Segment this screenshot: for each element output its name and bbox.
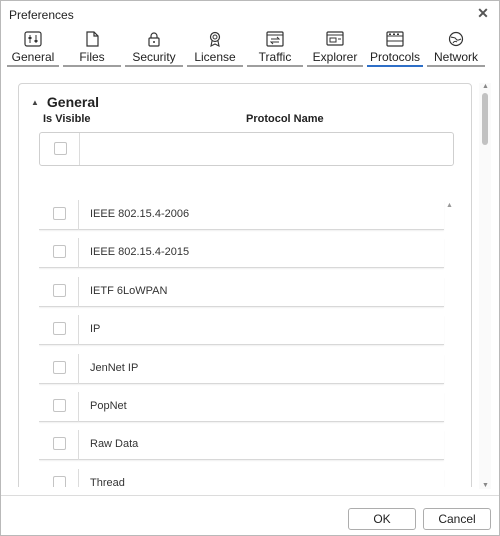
visible-checkbox[interactable]: [53, 476, 66, 487]
table-row: IEEE 802.15.4-2015: [39, 238, 444, 268]
filter-protocol-name-field[interactable]: [81, 133, 453, 165]
visible-checkbox[interactable]: [53, 322, 66, 335]
ok-button[interactable]: OK: [348, 508, 416, 530]
protocol-name: IP: [90, 323, 101, 335]
column-header-protocol-name: Protocol Name: [246, 113, 324, 125]
filter-row: [39, 132, 454, 166]
table-row: PopNet: [39, 392, 444, 422]
row-checkbox-cell: [39, 200, 79, 230]
filter-visible-checkbox[interactable]: [54, 142, 67, 155]
tab-underline: [427, 65, 485, 67]
globe-icon: [446, 30, 466, 48]
scrollbar-thumb[interactable]: [482, 93, 488, 145]
file-icon: [82, 30, 102, 48]
tab-label: Security: [132, 50, 176, 64]
tab-label: Explorer: [312, 50, 358, 64]
tab-label: Protocols: [369, 50, 421, 64]
section-title: General: [46, 94, 100, 110]
protocol-name: IEEE 802.15.4-2015: [90, 246, 190, 258]
explorer-icon: [325, 30, 345, 48]
tab-label: General: [11, 50, 55, 64]
tab-label: Network: [433, 50, 478, 64]
tab-underline: [307, 65, 363, 67]
tab-underline: [187, 65, 243, 67]
tab-label: Files: [79, 50, 105, 64]
tab-label: License: [194, 50, 236, 64]
badge-icon: [205, 30, 225, 48]
tab-explorer[interactable]: Explorer: [307, 29, 363, 67]
section-header[interactable]: ▲ General: [31, 94, 99, 110]
tab-files[interactable]: Files: [63, 29, 121, 67]
title-bar: Preferences ✕: [1, 1, 499, 27]
scroll-down-arrow-icon[interactable]: ▼: [482, 482, 489, 489]
tab-license[interactable]: License: [187, 29, 243, 67]
row-checkbox-cell: [39, 277, 79, 307]
protocol-name: IETF 6LoWPAN: [90, 285, 168, 297]
close-icon[interactable]: ✕: [475, 5, 491, 21]
protocol-name: PopNet: [90, 400, 127, 412]
protocol-name: Raw Data: [90, 438, 139, 450]
row-checkbox-cell: [39, 392, 79, 422]
tab-underline: [247, 65, 303, 67]
visible-checkbox[interactable]: [53, 437, 66, 450]
list-scrollbar[interactable]: ▲: [445, 200, 454, 487]
table-row: IETF 6LoWPAN: [39, 277, 444, 307]
visible-checkbox[interactable]: [53, 361, 66, 374]
row-checkbox-cell: [39, 238, 79, 268]
row-checkbox-cell: [39, 469, 79, 487]
dialog-footer: OK Cancel: [1, 495, 499, 535]
protocol-name: IEEE 802.15.4-2006: [90, 208, 190, 220]
row-checkbox-cell: [39, 315, 79, 345]
visible-checkbox[interactable]: [53, 245, 66, 258]
tab-underline: [7, 65, 59, 67]
table-row: IP: [39, 315, 444, 345]
protocols-icon: [385, 30, 405, 48]
scroll-up-arrow-icon[interactable]: ▲: [482, 83, 489, 90]
tab-underline: [125, 65, 183, 67]
lock-icon: [144, 30, 164, 48]
tab-traffic[interactable]: Traffic: [247, 29, 303, 67]
preferences-window: Preferences ✕ General Files Security Lic…: [0, 0, 500, 536]
traffic-icon: [265, 30, 285, 48]
content-scrollbar[interactable]: ▲ ▼: [479, 83, 491, 489]
protocol-list: IEEE 802.15.4-2006 IEEE 802.15.4-2015 IE…: [39, 200, 454, 487]
tab-label: Traffic: [258, 50, 292, 64]
tab-security[interactable]: Security: [125, 29, 183, 67]
general-section: ▲ General Is Visible Protocol Name IEEE …: [18, 83, 472, 487]
row-checkbox-cell: [39, 354, 79, 384]
content-area: ▲ General Is Visible Protocol Name IEEE …: [8, 73, 493, 487]
visible-checkbox[interactable]: [53, 284, 66, 297]
collapse-triangle-icon[interactable]: ▲: [31, 98, 39, 107]
sliders-icon: [23, 30, 43, 48]
visible-checkbox[interactable]: [53, 399, 66, 412]
tab-underline: [63, 65, 121, 67]
cancel-button[interactable]: Cancel: [423, 508, 491, 530]
protocol-name: Thread: [90, 477, 125, 487]
visible-checkbox[interactable]: [53, 207, 66, 220]
table-row: IEEE 802.15.4-2006: [39, 200, 444, 230]
tab-underline: [367, 65, 423, 67]
table-row: Thread: [39, 469, 444, 487]
tab-bar: General Files Security License Traffic E…: [1, 29, 499, 69]
protocol-name: JenNet IP: [90, 362, 139, 374]
table-row: JenNet IP: [39, 354, 444, 384]
tab-general[interactable]: General: [7, 29, 59, 67]
filter-checkbox-cell: [40, 133, 80, 165]
table-row: Raw Data: [39, 430, 444, 460]
tab-network[interactable]: Network: [427, 29, 485, 67]
column-header-is-visible: Is Visible: [43, 113, 91, 125]
tab-protocols[interactable]: Protocols: [367, 29, 423, 67]
scroll-up-arrow-icon[interactable]: ▲: [446, 202, 453, 209]
window-title: Preferences: [9, 8, 74, 22]
row-checkbox-cell: [39, 430, 79, 460]
